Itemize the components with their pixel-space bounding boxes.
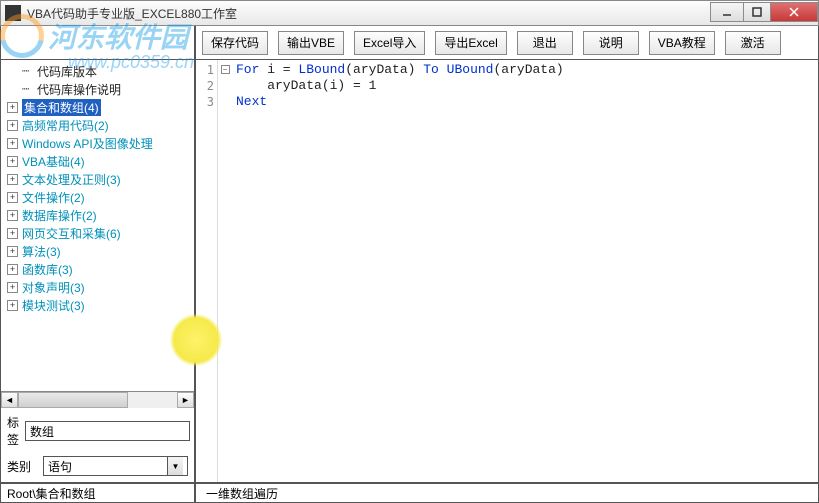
category-label: 类别: [7, 458, 37, 475]
excel-export-button[interactable]: 导出Excel: [435, 31, 506, 55]
tree-hscrollbar[interactable]: ◄ ►: [1, 391, 194, 408]
tree-item-label: 数据库操作(2): [22, 207, 97, 224]
export-vbe-button[interactable]: 输出VBE: [278, 31, 344, 55]
category-value: 语句: [48, 458, 72, 475]
expand-plus-icon[interactable]: +: [7, 228, 18, 239]
statusbar: Root\集合和数组 一维数组遍历: [0, 483, 819, 503]
expand-plus-icon[interactable]: +: [7, 282, 18, 293]
tree-item-label: 代码库操作说明: [37, 81, 121, 98]
tree-item[interactable]: + 高频常用代码(2): [7, 116, 192, 134]
app-icon: [5, 5, 21, 21]
tree-item-label: 算法(3): [22, 243, 61, 260]
tag-input[interactable]: [25, 421, 190, 441]
main-toolbar: 保存代码 输出VBE Excel导入 导出Excel 退出 说明 VBA教程 激…: [196, 26, 818, 60]
fold-column: −: [218, 60, 232, 482]
tree-item[interactable]: + 模块测试(3): [7, 296, 192, 314]
tree-item[interactable]: + 算法(3): [7, 242, 192, 260]
chevron-down-icon[interactable]: ▼: [167, 457, 183, 475]
expand-plus-icon[interactable]: +: [7, 192, 18, 203]
tree-item[interactable]: ┈代码库版本: [7, 62, 192, 80]
vba-tutorial-button[interactable]: VBA教程: [649, 31, 715, 55]
expand-plus-icon[interactable]: +: [7, 156, 18, 167]
tree-item-label: 网页交互和采集(6): [22, 225, 121, 242]
exit-button[interactable]: 退出: [517, 31, 573, 55]
tree-item[interactable]: + Windows API及图像处理: [7, 134, 192, 152]
category-select[interactable]: 语句 ▼: [43, 456, 188, 476]
minimize-button[interactable]: [710, 2, 744, 22]
sidebar: ┈代码库版本┈代码库操作说明 + 集合和数组(4) + 高频常用代码(2) + Window…: [1, 26, 196, 482]
code-tree[interactable]: ┈代码库版本┈代码库操作说明 + 集合和数组(4) + 高频常用代码(2) + Window…: [1, 60, 194, 391]
tree-item-label: 对象声明(3): [22, 279, 85, 296]
tree-item[interactable]: + 函数库(3): [7, 260, 192, 278]
tree-item[interactable]: + 数据库操作(2): [7, 206, 192, 224]
expand-plus-icon[interactable]: +: [7, 174, 18, 185]
scroll-thumb[interactable]: [18, 392, 128, 408]
code-content[interactable]: For i = LBound(aryData) To UBound(aryDat…: [232, 60, 818, 482]
tree-item[interactable]: ┈代码库操作说明: [7, 80, 192, 98]
tree-item[interactable]: + 集合和数组(4): [7, 98, 192, 116]
tree-item-label: 文件操作(2): [22, 189, 85, 206]
expand-plus-icon[interactable]: +: [7, 264, 18, 275]
tree-item[interactable]: + 文本处理及正则(3): [7, 170, 192, 188]
scroll-right-icon[interactable]: ►: [177, 392, 194, 408]
expand-plus-icon[interactable]: +: [7, 300, 18, 311]
tree-item-label: 集合和数组(4): [22, 99, 101, 116]
code-editor[interactable]: 1 2 3 − For i = LBound(aryData) To UBoun…: [196, 60, 818, 482]
tree-item-label: 模块测试(3): [22, 297, 85, 314]
line-gutter: 1 2 3: [196, 60, 218, 482]
help-button[interactable]: 说明: [583, 31, 639, 55]
tree-item[interactable]: + 文件操作(2): [7, 188, 192, 206]
expand-plus-icon[interactable]: +: [7, 120, 18, 131]
tree-item-label: Windows API及图像处理: [22, 135, 153, 152]
main-panel: 保存代码 输出VBE Excel导入 导出Excel 退出 说明 VBA教程 激…: [196, 26, 818, 482]
expand-plus-icon[interactable]: +: [7, 246, 18, 257]
fold-minus-icon[interactable]: −: [221, 65, 230, 74]
titlebar: VBA代码助手专业版_EXCEL880工作室: [0, 0, 819, 26]
expand-plus-icon[interactable]: +: [7, 210, 18, 221]
tree-item-label: 代码库版本: [37, 63, 97, 80]
status-description: 一维数组遍历: [196, 485, 278, 502]
status-path: Root\集合和数组: [1, 484, 196, 502]
tree-item-label: 文本处理及正则(3): [22, 171, 121, 188]
tree-item-label: VBA基础(4): [22, 153, 85, 170]
tree-item[interactable]: + VBA基础(4): [7, 152, 192, 170]
close-button[interactable]: [770, 2, 818, 22]
activate-button[interactable]: 激活: [725, 31, 781, 55]
sidebar-toolbar: [1, 26, 194, 60]
tree-item[interactable]: + 网页交互和采集(6): [7, 224, 192, 242]
tree-item-label: 高频常用代码(2): [22, 117, 109, 134]
tree-item-label: 函数库(3): [22, 261, 73, 278]
excel-import-button[interactable]: Excel导入: [354, 31, 425, 55]
save-code-button[interactable]: 保存代码: [202, 31, 268, 55]
expand-plus-icon[interactable]: +: [7, 138, 18, 149]
window-title: VBA代码助手专业版_EXCEL880工作室: [27, 5, 710, 22]
expand-plus-icon[interactable]: +: [7, 102, 18, 113]
maximize-button[interactable]: [743, 2, 771, 22]
tag-label: 标签: [7, 414, 19, 448]
scroll-left-icon[interactable]: ◄: [1, 392, 18, 408]
tree-item[interactable]: + 对象声明(3): [7, 278, 192, 296]
